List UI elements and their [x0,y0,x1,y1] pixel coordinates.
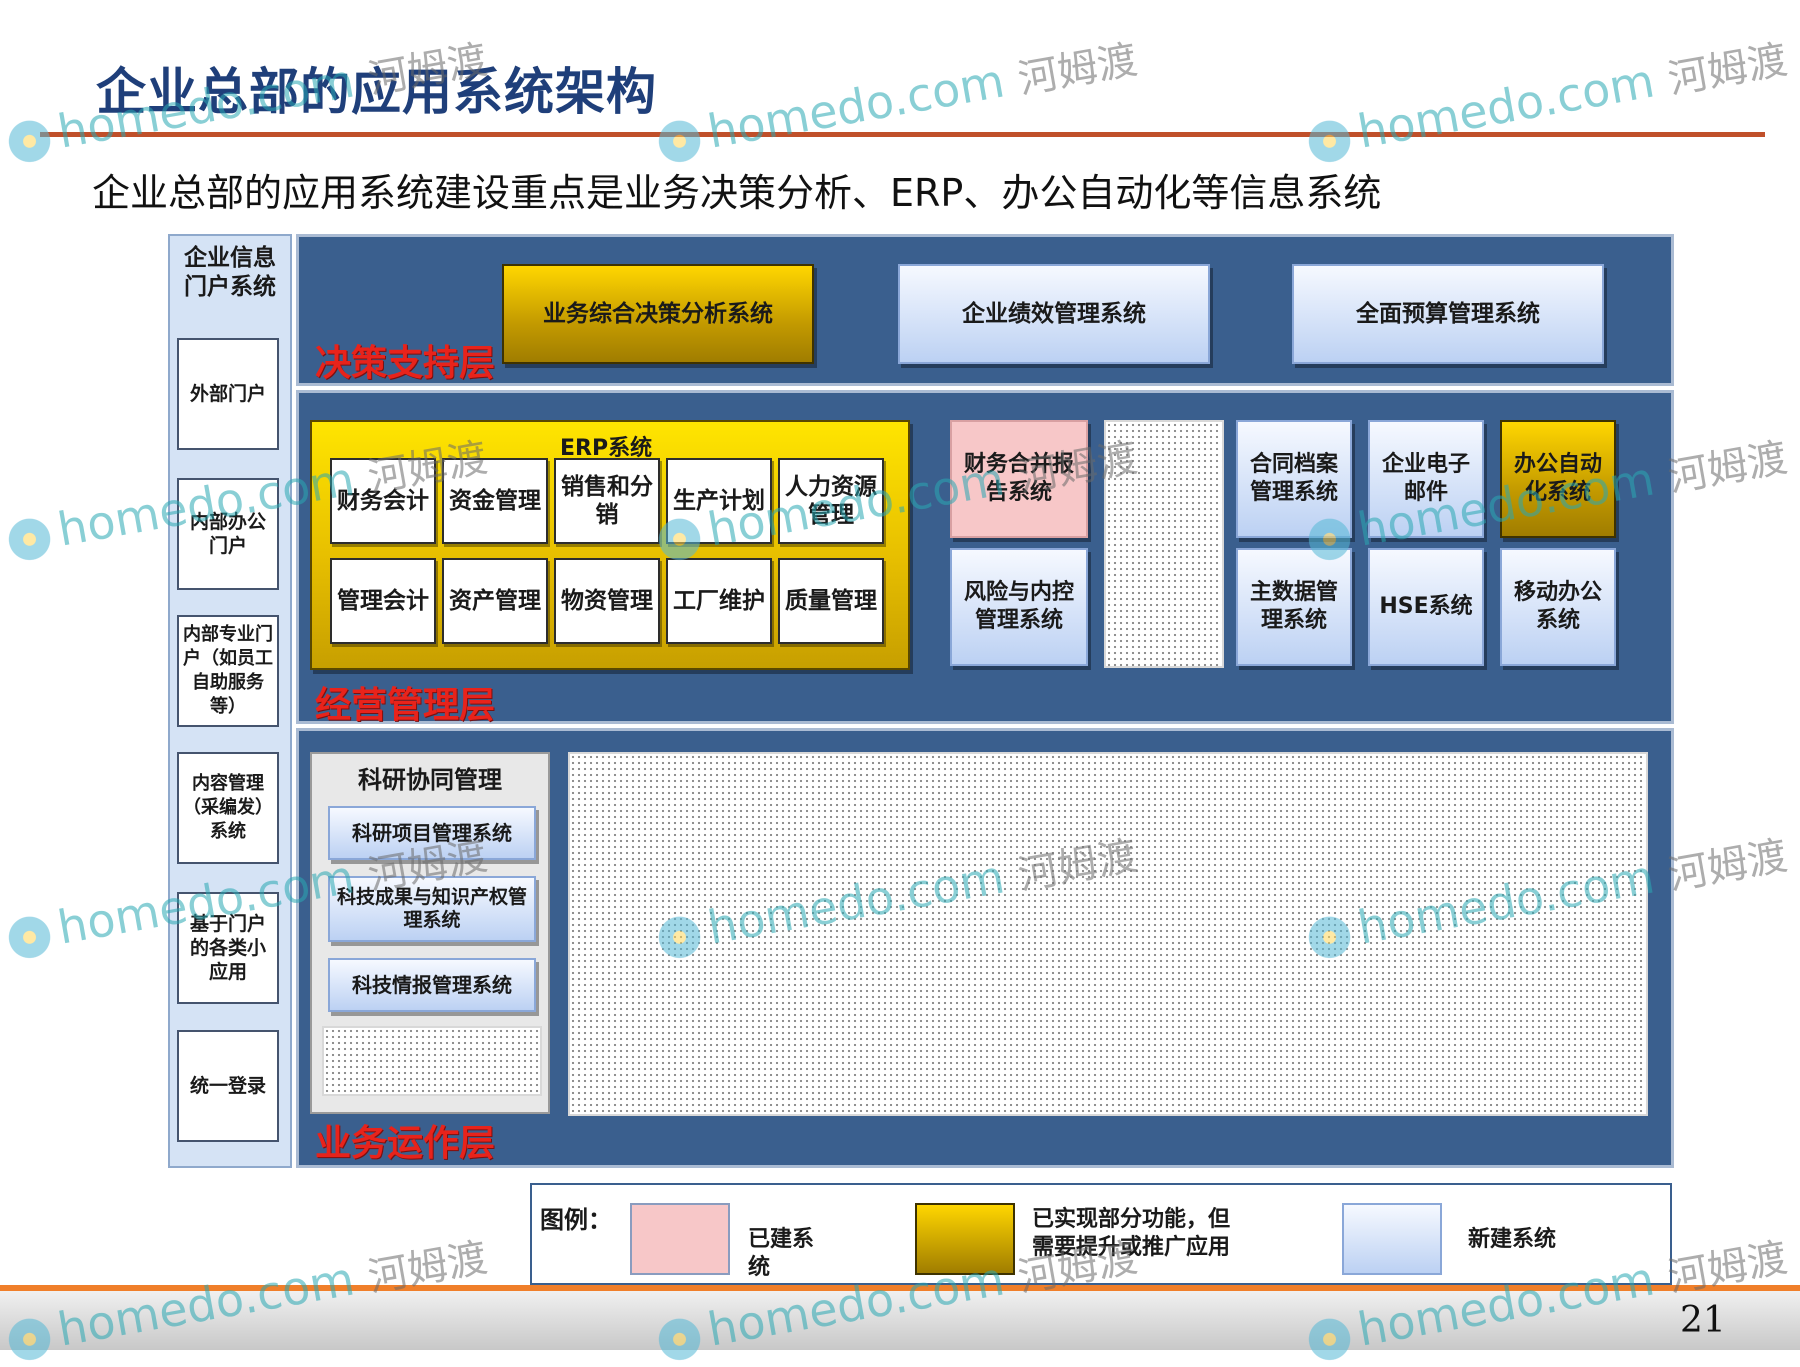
watermark-flower-icon [1,511,58,567]
performance-mgmt-system: 企业绩效管理系统 [898,264,1210,364]
research-ip-system: 科技成果与知识产权管理系统 [328,876,536,942]
decision-analysis-system: 业务综合决策分析系统 [502,264,814,364]
portal-header: 企业信息门户系统 [184,245,276,300]
erp-module-sales-distribution: 销售和分销 [554,458,660,544]
erp-module-materials-management: 物资管理 [554,558,660,644]
contract-archive-system: 合同档案管理系统 [1236,420,1352,538]
watermark: homedo.com 河姆渡 [1300,27,1791,169]
hse-system: HSE系统 [1368,548,1484,666]
risk-control-system: 风险与内控管理系统 [950,548,1088,666]
master-data-system: 主数据管理系统 [1236,548,1352,666]
erp-module-treasury: 资金管理 [442,458,548,544]
portal-item-small-apps: 基于门户的各类小应用 [177,892,279,1004]
budget-mgmt-system: 全面预算管理系统 [1292,264,1604,364]
operation-placeholder-area [568,752,1648,1116]
management-layer-label: 经营管理层 [315,685,496,726]
erp-module-quality-management: 质量管理 [778,558,884,644]
erp-module-plant-maintenance: 工厂维护 [666,558,772,644]
operation-layer-label: 业务运作层 [315,1123,496,1164]
footer-band [0,1285,1800,1350]
research-project-system: 科研项目管理系统 [328,806,536,860]
research-collab-title: 科研协同管理 [358,766,502,794]
portal-item-external: 外部门户 [177,338,279,450]
portal-item-sso: 统一登录 [177,1030,279,1142]
page-title: 企业总部的应用系统架构 [96,63,657,121]
legend-label-partial: 已实现部分功能，但需要提升或推广应用 [1032,1207,1231,1260]
mobile-office-system: 移动办公系统 [1500,548,1616,666]
watermark-flower-icon [651,113,708,169]
enterprise-email-system: 企业电子邮件 [1368,420,1484,538]
page-subtitle: 企业总部的应用系统建设重点是业务决策分析、ERP、办公自动化等信息系统 [92,171,1382,215]
research-placeholder [322,1026,542,1096]
legend-swatch-new [1342,1203,1442,1275]
watermark: homedo.com 河姆渡 [650,27,1141,169]
portal-item-office: 内部办公门户 [177,478,279,590]
legend-swatch-built [630,1203,730,1275]
legend-swatch-partial [915,1203,1015,1275]
portal-item-content-mgmt: 内容管理（采编发）系统 [177,752,279,864]
erp-module-human-resources: 人力资源管理 [778,458,884,544]
erp-module-asset-management: 资产管理 [442,558,548,644]
page-number: 21 [1680,1300,1726,1341]
erp-module-management-accounting: 管理会计 [330,558,436,644]
consolidation-reporting-system: 财务合并报告系统 [950,420,1088,538]
legend-label-built: 已建系统 [748,1227,815,1280]
title-divider [40,132,1765,137]
decision-layer-label: 决策支持层 [315,343,496,384]
erp-module-production-planning: 生产计划 [666,458,772,544]
legend-label-new: 新建系统 [1468,1227,1557,1252]
research-intel-system: 科技情报管理系统 [328,958,536,1012]
watermark-flower-icon [1,909,58,965]
portal-item-professional: 内部专业门户（如员工自助服务等） [177,615,279,727]
watermark-flower-icon [1301,113,1358,169]
office-automation-system: 办公自动化系统 [1500,420,1616,538]
legend-title: 图例： [540,1206,612,1234]
placeholder-area [1104,420,1224,668]
watermark-flower-icon [1,113,58,169]
erp-module-financial-accounting: 财务会计 [330,458,436,544]
